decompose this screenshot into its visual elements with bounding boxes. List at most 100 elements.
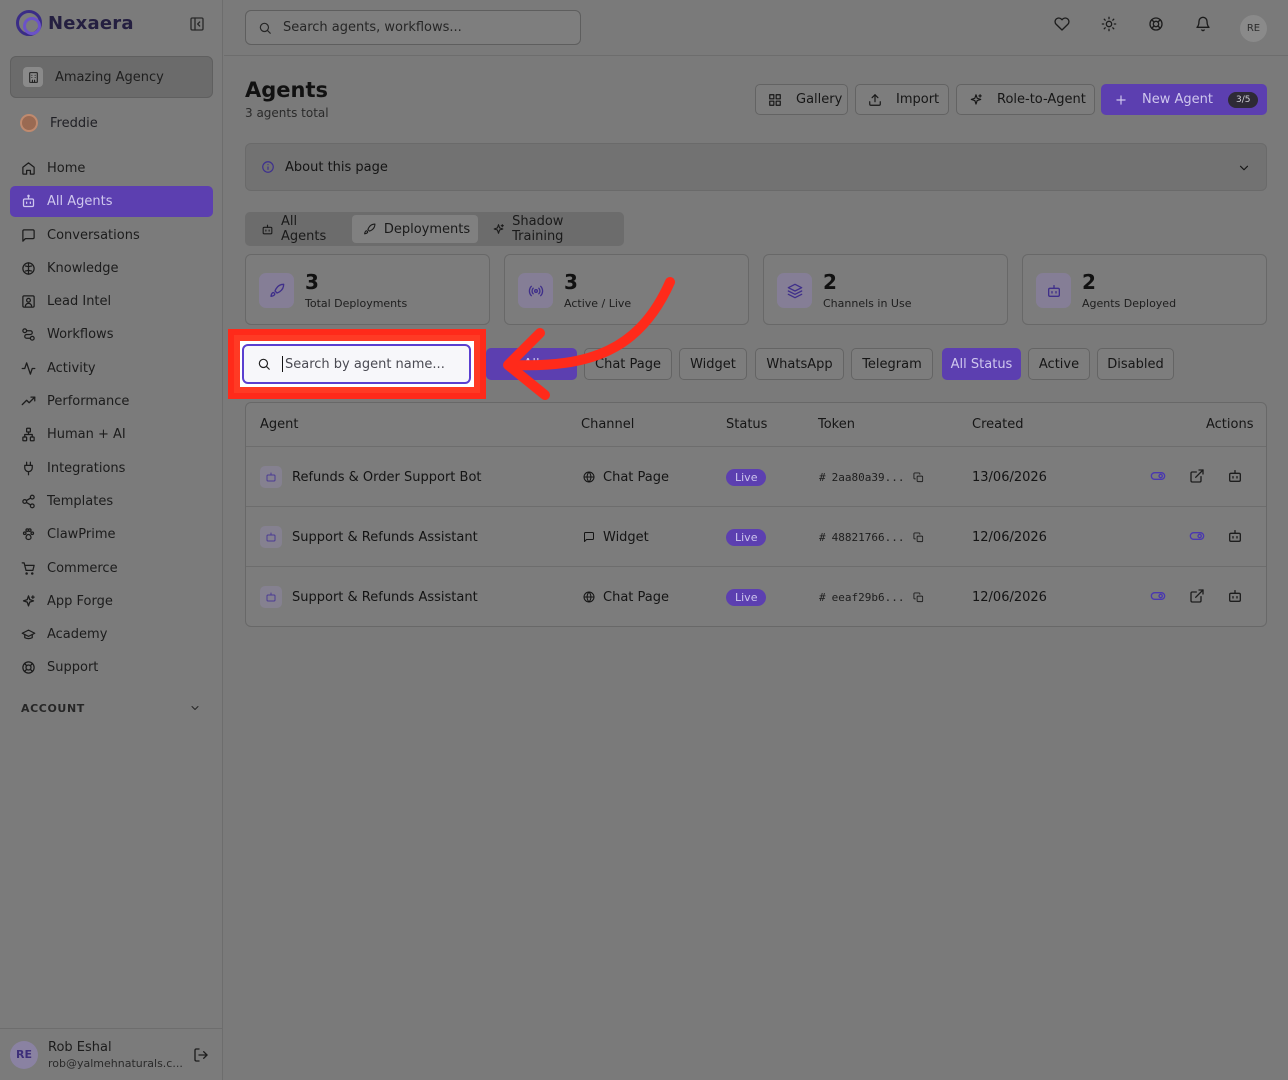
agent-search-input[interactable]: Search by agent name... (242, 344, 471, 384)
table-row[interactable]: Support & Refunds Assistant Widget Live … (246, 506, 1266, 567)
external-link-icon[interactable] (1189, 468, 1205, 484)
stat-card-active-live: 3 Active / Live (504, 254, 749, 325)
tab-deployments[interactable]: Deployments (351, 215, 479, 243)
agent-search-placeholder: Search by agent name... (285, 356, 445, 372)
user-switcher[interactable]: Freddie (20, 114, 98, 132)
sparkles-icon (490, 221, 506, 237)
token-cell: # 48821766... (819, 507, 926, 567)
sidebar-item-academy[interactable]: Academy (10, 619, 213, 650)
token-value: # 48821766... (819, 529, 926, 545)
sidebar-item-knowledge[interactable]: Knowledge (10, 253, 213, 284)
sidebar-item-label: Human + AI (47, 427, 126, 443)
sparkles-icon (968, 92, 984, 108)
column-header-agent[interactable]: Agent (260, 403, 298, 446)
activity-icon (20, 361, 36, 376)
sidebar-item-app-forge[interactable]: App Forge (10, 586, 213, 617)
new-agent-button[interactable]: New Agent 3/5 (1101, 84, 1267, 115)
logout-icon[interactable] (193, 1047, 209, 1063)
search-icon (257, 20, 273, 36)
topbar-actions (1054, 16, 1211, 32)
footer-avatar[interactable]: RE (10, 1040, 38, 1069)
agent-quota-badge: 3/5 (1227, 91, 1259, 108)
bot-icon[interactable] (1227, 528, 1243, 544)
sidebar-collapse-icon[interactable] (189, 16, 205, 32)
global-search-placeholder: Search agents, workflows... (283, 20, 462, 35)
tab-shadow-training[interactable]: Shadow Training (480, 214, 620, 244)
filter-status-active[interactable]: Active (1028, 348, 1090, 380)
about-page-accordion[interactable]: About this page (245, 143, 1267, 191)
sidebar-item-home[interactable]: Home (10, 153, 213, 184)
sidebar-item-all-agents[interactable]: All Agents (10, 186, 213, 218)
sidebar-item-support[interactable]: Support (10, 652, 213, 683)
agent-cell: Refunds & Order Support Bot (260, 447, 482, 507)
bot-icon (20, 194, 36, 209)
column-header-status[interactable]: Status (726, 403, 767, 446)
bell-icon[interactable] (1195, 16, 1211, 32)
stat-value: 3 (305, 270, 319, 294)
toggle-icon[interactable] (1150, 468, 1166, 484)
external-link-icon[interactable] (1189, 588, 1205, 604)
filter-channel-whatsapp[interactable]: WhatsApp (755, 348, 844, 380)
filter-channel-all[interactable]: All (486, 348, 577, 380)
account-section-toggle[interactable]: ACCOUNT (21, 700, 203, 716)
bot-icon (260, 466, 282, 488)
import-button[interactable]: Import (855, 84, 949, 115)
copy-icon[interactable] (910, 589, 926, 605)
stat-value: 2 (823, 270, 837, 294)
table-row[interactable]: Support & Refunds Assistant Chat Page Li… (246, 566, 1266, 626)
sidebar-item-commerce[interactable]: Commerce (10, 553, 213, 584)
gallery-label: Gallery (796, 92, 843, 107)
sidebar-item-label: Conversations (47, 227, 140, 243)
filter-channel-telegram[interactable]: Telegram (851, 348, 933, 380)
org-switcher[interactable]: Amazing Agency (10, 56, 213, 98)
agent-name[interactable]: Support & Refunds Assistant (292, 530, 478, 545)
column-header-created[interactable]: Created (972, 403, 1023, 446)
heart-icon[interactable] (1054, 16, 1070, 32)
created-cell: 12/06/2026 (972, 529, 1047, 545)
toggle-icon[interactable] (1150, 588, 1166, 604)
sun-icon[interactable] (1101, 16, 1117, 32)
sidebar: Nexaera Amazing Agency Freddie Home All … (0, 0, 223, 1080)
filter-channel-widget[interactable]: Widget (679, 348, 747, 380)
column-header-token[interactable]: Token (818, 403, 855, 446)
text-caret (282, 356, 283, 372)
copy-icon[interactable] (910, 529, 926, 545)
sidebar-item-integrations[interactable]: Integrations (10, 453, 213, 484)
sidebar-item-human-ai[interactable]: Human + AI (10, 419, 213, 450)
sidebar-item-lead-intel[interactable]: Lead Intel (10, 286, 213, 317)
sidebar-item-workflows[interactable]: Workflows (10, 319, 213, 350)
bot-icon[interactable] (1227, 468, 1243, 484)
trending-icon (20, 394, 36, 409)
token-cell: # 2aa80a39... (819, 447, 926, 507)
sidebar-item-conversations[interactable]: Conversations (10, 220, 213, 251)
role-to-agent-button[interactable]: Role-to-Agent (956, 84, 1095, 115)
global-search-input[interactable]: Search agents, workflows... (245, 10, 581, 45)
agent-name[interactable]: Refunds & Order Support Bot (292, 470, 482, 485)
status-cell: Live (726, 447, 767, 507)
grid-icon (767, 92, 783, 108)
status-badge: Live (726, 528, 767, 546)
copy-icon[interactable] (910, 469, 926, 485)
tab-all-agents[interactable]: All Agents (249, 214, 350, 244)
help-lifebuoy-icon[interactable] (1148, 16, 1164, 32)
user-avatar[interactable]: RE (1240, 15, 1267, 42)
sidebar-item-label: Home (47, 161, 86, 176)
sidebar-item-clawprime[interactable]: ClawPrime (10, 519, 213, 550)
sidebar-item-activity[interactable]: Activity (10, 353, 213, 384)
agent-name[interactable]: Support & Refunds Assistant (292, 590, 478, 605)
gallery-button[interactable]: Gallery (755, 84, 848, 115)
brand[interactable]: Nexaera (16, 10, 134, 36)
channel-name: Chat Page (603, 589, 669, 605)
table-row[interactable]: Refunds & Order Support Bot Chat Page Li… (246, 446, 1266, 507)
filter-channel-chat-page[interactable]: Chat Page (584, 348, 672, 380)
toggle-icon[interactable] (1189, 528, 1205, 544)
sidebar-item-performance[interactable]: Performance (10, 386, 213, 417)
contact-icon (20, 294, 36, 309)
sidebar-item-templates[interactable]: Templates (10, 486, 213, 517)
filter-status-disabled[interactable]: Disabled (1097, 348, 1174, 380)
filter-status-all[interactable]: All Status (942, 348, 1021, 380)
column-header-channel[interactable]: Channel (581, 403, 634, 446)
bot-icon[interactable] (1227, 588, 1243, 604)
chevron-down-icon (187, 700, 203, 716)
topbar: Search agents, workflows... RE (224, 0, 1288, 56)
